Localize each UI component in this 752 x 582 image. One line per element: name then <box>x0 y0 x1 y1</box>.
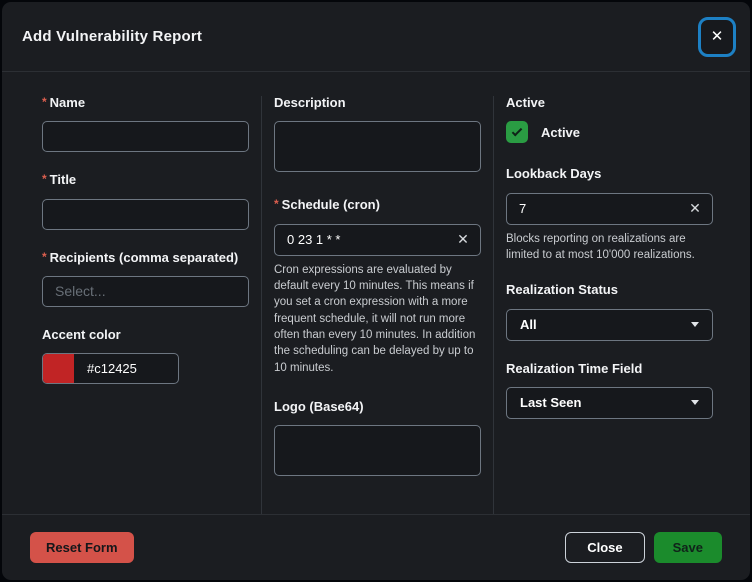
clear-icon: ✕ <box>689 200 701 217</box>
required-asterisk: * <box>42 249 47 264</box>
close-footer-button[interactable]: Close <box>565 532 645 563</box>
description-label: Description <box>274 95 346 110</box>
close-button[interactable]: ✕ <box>698 16 736 57</box>
dialog-footer: Reset Form Close Save <box>2 514 750 580</box>
recipients-label: * Recipients (comma separated) <box>42 249 239 265</box>
lookback-help-text: Blocks reporting on realizations are lim… <box>506 232 695 261</box>
clear-icon: ✕ <box>457 231 469 248</box>
realization-time-field-value: Last Seen <box>520 395 582 411</box>
schedule-input[interactable] <box>275 224 446 255</box>
recipients-input[interactable] <box>42 275 249 307</box>
title-input[interactable] <box>42 198 249 230</box>
chevron-down-icon <box>691 322 699 328</box>
lookback-days-input[interactable] <box>507 193 678 224</box>
divider <box>493 96 494 514</box>
column-left: * Name * Title * Recipients (comma separ… <box>42 95 249 385</box>
title-label: * Title <box>42 172 77 188</box>
schedule-label: * Schedule (cron) <box>274 197 380 213</box>
dialog-header: Add Vulnerability Report ✕ <box>2 2 750 72</box>
realization-time-field-select[interactable]: Last Seen <box>506 386 713 419</box>
name-input[interactable] <box>42 121 249 153</box>
reset-form-button[interactable]: Reset Form <box>30 532 134 563</box>
save-button[interactable]: Save <box>653 532 722 563</box>
schedule-clear-button[interactable]: ✕ <box>446 225 480 255</box>
divider <box>261 96 262 514</box>
required-asterisk: * <box>42 95 47 109</box>
accent-color-label: Accent color <box>42 326 121 342</box>
logo-textarea[interactable] <box>274 425 481 477</box>
realization-status-value: All <box>520 317 537 333</box>
logo-label: Logo (Base64) <box>274 398 364 414</box>
lookback-clear-button[interactable]: ✕ <box>678 194 712 224</box>
schedule-help-text: Cron expressions are evaluated by defaul… <box>274 263 476 374</box>
active-checkbox-row: Active <box>506 121 713 144</box>
accent-color-input[interactable] <box>74 354 178 384</box>
lookback-days-label: Lookback Days <box>506 166 602 182</box>
accent-color-picker[interactable] <box>42 353 179 385</box>
color-swatch[interactable] <box>43 354 74 384</box>
lookback-input-wrap: ✕ <box>506 192 713 225</box>
active-checkbox-label: Active <box>541 124 581 140</box>
column-middle: Description * Schedule (cron) ✕ Cron exp… <box>274 95 481 481</box>
description-textarea[interactable] <box>274 121 481 173</box>
active-label: Active <box>506 95 546 110</box>
dialog-body: * Name * Title * Recipients (comma separ… <box>2 72 750 514</box>
column-right: Active Active Lookback Days ✕ Blocks rep… <box>506 95 713 419</box>
close-icon: ✕ <box>710 28 724 45</box>
schedule-input-wrap: ✕ <box>274 223 481 256</box>
active-checkbox[interactable] <box>506 121 528 144</box>
realization-time-field-label: Realization Time Field <box>506 360 643 376</box>
name-label: * Name <box>42 95 86 110</box>
page-title: Add Vulnerability Report <box>22 28 203 45</box>
realization-status-select[interactable]: All <box>506 308 713 341</box>
add-vulnerability-report-dialog: Add Vulnerability Report ✕ * Name * Titl… <box>2 2 750 580</box>
check-icon <box>511 125 523 137</box>
realization-status-label: Realization Status <box>506 282 618 298</box>
required-asterisk: * <box>274 197 279 212</box>
chevron-down-icon <box>691 400 699 406</box>
required-asterisk: * <box>42 172 47 187</box>
